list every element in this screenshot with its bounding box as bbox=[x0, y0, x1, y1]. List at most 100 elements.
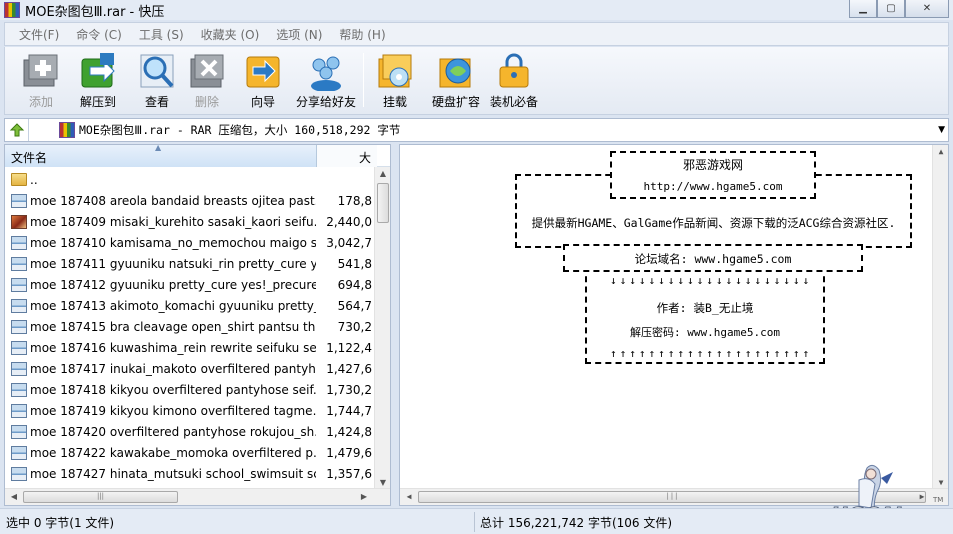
image-file-icon bbox=[11, 340, 27, 355]
wizard-button[interactable]: 向导 bbox=[243, 51, 283, 113]
disk-icon bbox=[436, 51, 476, 91]
scrollbar-thumb[interactable] bbox=[377, 183, 389, 223]
table-row[interactable]: moe 187418 kikyou overfiltered pantyhose… bbox=[5, 379, 375, 400]
status-bar: 选中 0 字节(1 文件) 总计 156,221,742 字节(106 文件) bbox=[0, 508, 953, 534]
menu-favorites[interactable]: 收藏夹 (O) bbox=[201, 26, 260, 43]
scroll-right-icon[interactable]: ▶ bbox=[356, 492, 372, 501]
wizard-arrow-icon bbox=[243, 51, 283, 91]
table-row[interactable]: moe 187408 areola bandaid breasts ojitea… bbox=[5, 190, 375, 211]
table-row[interactable]: moe 187416 kuwashima_rein rewrite seifuk… bbox=[5, 337, 375, 358]
file-list-horizontal-scrollbar[interactable]: ◀ ||| ▶ bbox=[5, 488, 390, 505]
users-icon bbox=[306, 51, 346, 92]
share-button[interactable]: 分享给好友 bbox=[295, 51, 357, 113]
column-header-name[interactable]: ▲ 文件名 bbox=[5, 145, 317, 167]
photo-file-icon bbox=[11, 214, 27, 229]
table-row[interactable]: moe 187419 kikyou kimono overfiltered ta… bbox=[5, 400, 375, 421]
table-row[interactable]: moe 187422 kawakabe_momoka overfiltered … bbox=[5, 442, 375, 463]
close-button[interactable]: ✕ bbox=[905, 0, 949, 18]
extract-to-button[interactable]: 解压到 bbox=[77, 51, 119, 113]
column-header-size[interactable]: 大 bbox=[317, 145, 377, 167]
address-bar[interactable]: MOE杂图包Ⅲ.rar - RAR 压缩包，大小 160,518,292 字节 … bbox=[4, 118, 949, 142]
magnifier-icon bbox=[137, 51, 177, 91]
mount-button[interactable]: 挂载 bbox=[375, 51, 415, 113]
minimize-icon: ▁ bbox=[859, 3, 867, 14]
image-file-icon bbox=[11, 235, 27, 250]
scroll-up-icon[interactable]: ▲ bbox=[933, 147, 948, 156]
essentials-button[interactable]: 装机必备 bbox=[489, 51, 539, 113]
table-row[interactable]: moe 187420 overfiltered pantyhose rokujo… bbox=[5, 421, 375, 442]
up-folder-button[interactable] bbox=[5, 119, 29, 141]
scroll-left-icon[interactable]: ◀ bbox=[6, 492, 22, 501]
folder-icon bbox=[11, 173, 27, 186]
title-bar: MOE杂图包Ⅲ.rar - 快压 ▁ ▢ ✕ bbox=[0, 0, 953, 20]
extract-icon bbox=[78, 51, 118, 91]
image-file-icon bbox=[11, 193, 27, 208]
delete-button[interactable]: 删除 bbox=[187, 51, 227, 113]
table-row[interactable]: moe 187413 akimoto_komachi gyuuniku pret… bbox=[5, 295, 375, 316]
add-button[interactable]: 添加 bbox=[21, 51, 61, 113]
table-row[interactable]: moe 187415 bra cleavage open_shirt pants… bbox=[5, 316, 375, 337]
delete-icon bbox=[187, 51, 227, 91]
menu-commands[interactable]: 命令 (C) bbox=[76, 26, 122, 43]
image-file-icon bbox=[11, 277, 27, 292]
menu-bar: 文件(F) 命令 (C) 工具 (S) 收藏夹 (O) 选项 (N) 帮助 (H… bbox=[4, 22, 949, 46]
sort-asc-icon: ▲ bbox=[155, 144, 162, 152]
chevron-down-icon[interactable]: ▼ bbox=[938, 125, 945, 135]
image-file-icon bbox=[11, 382, 27, 397]
image-file-icon bbox=[11, 445, 27, 460]
archive-comment-pane: 邪恶游戏网 http://www.hgame5.com 提供最新HGAME、Ga… bbox=[399, 144, 949, 506]
menu-tools[interactable]: 工具 (S) bbox=[139, 26, 184, 43]
toolbar: 添加 解压到 查看 删除 向导 分享给好友 挂载 硬盘扩容 装机必备 bbox=[4, 47, 949, 115]
menu-options[interactable]: 选项 (N) bbox=[276, 26, 322, 43]
app-icon bbox=[4, 2, 20, 18]
address-path: MOE杂图包Ⅲ.rar - RAR 压缩包，大小 160,518,292 字节 bbox=[79, 123, 401, 137]
menu-help[interactable]: 帮助 (H) bbox=[339, 26, 385, 43]
lock-box-icon bbox=[494, 51, 534, 91]
up-arrow-icon bbox=[9, 123, 24, 137]
view-button[interactable]: 查看 bbox=[137, 51, 177, 113]
image-file-icon bbox=[11, 319, 27, 334]
minimize-button[interactable]: ▁ bbox=[849, 0, 877, 18]
menu-file[interactable]: 文件(F) bbox=[19, 26, 59, 43]
forum-domain: 论坛域名: www.hgame5.com bbox=[634, 252, 792, 266]
file-list-vertical-scrollbar[interactable]: ▲ ▼ bbox=[374, 167, 390, 489]
table-row[interactable]: moe 187417 inukai_makoto overfiltered pa… bbox=[5, 358, 375, 379]
list-item-parent[interactable]: .. bbox=[5, 169, 375, 190]
table-row[interactable]: moe 187412 gyuuniku pretty_cure yes!_pre… bbox=[5, 274, 375, 295]
toolbar-separator bbox=[363, 53, 364, 107]
comment-vertical-scrollbar[interactable]: ▲ ▼ bbox=[932, 145, 948, 489]
total-status: 总计 156,221,742 字节(106 文件) bbox=[480, 516, 673, 530]
site-description: 提供最新HGAME、GalGame作品新闻、资源下载的泛ACG综合资源社区. bbox=[531, 216, 896, 230]
scroll-up-icon[interactable]: ▲ bbox=[375, 169, 390, 178]
mount-disc-icon bbox=[375, 51, 415, 91]
maximize-icon: ▢ bbox=[886, 3, 896, 14]
up-arrows: ↑↑↑↑↑↑↑↑↑↑↑↑↑↑↑↑↑↑↑↑↑ bbox=[610, 347, 813, 360]
rar-file-icon bbox=[59, 122, 75, 138]
table-row[interactable]: moe 187427 hinata_mutsuki school_swimsui… bbox=[5, 463, 375, 484]
image-file-icon bbox=[11, 298, 27, 313]
password-line: 解压密码: www.hgame5.com bbox=[630, 326, 780, 339]
file-list: ▲ 文件名 大 .. moe 187408 areola bandaid bre… bbox=[4, 144, 391, 506]
add-icon bbox=[21, 51, 61, 91]
image-file-icon bbox=[11, 403, 27, 418]
image-file-icon bbox=[11, 256, 27, 271]
status-divider bbox=[474, 512, 475, 532]
selection-status: 选中 0 字节(1 文件) bbox=[6, 516, 115, 530]
scroll-left-icon[interactable]: ◀ bbox=[401, 492, 417, 501]
image-file-icon bbox=[11, 424, 27, 439]
author-line: 作者: 装B_无止境 bbox=[656, 301, 754, 315]
table-row[interactable]: moe 187409 misaki_kurehito sasaki_kaori … bbox=[5, 211, 375, 232]
site-url: http://www.hgame5.com bbox=[643, 180, 783, 193]
maximize-button[interactable]: ▢ bbox=[877, 0, 905, 18]
scroll-down-icon[interactable]: ▼ bbox=[375, 478, 390, 487]
table-row[interactable]: moe 187410 kamisama_no_memochou maigo s.… bbox=[5, 232, 375, 253]
scrollbar-thumb[interactable]: ||| bbox=[23, 491, 178, 503]
close-icon: ✕ bbox=[922, 3, 932, 14]
table-row[interactable]: moe 187411 gyuuniku natsuki_rin pretty_c… bbox=[5, 253, 375, 274]
disk-expand-button[interactable]: 硬盘扩容 bbox=[431, 51, 481, 113]
svg-text:TM: TM bbox=[932, 496, 943, 504]
image-file-icon bbox=[11, 466, 27, 481]
site-name: 邪恶游戏网 bbox=[682, 158, 743, 172]
image-file-icon bbox=[11, 361, 27, 376]
down-arrows: ↓↓↓↓↓↓↓↓↓↓↓↓↓↓↓↓↓↓↓↓↓ bbox=[610, 274, 813, 287]
